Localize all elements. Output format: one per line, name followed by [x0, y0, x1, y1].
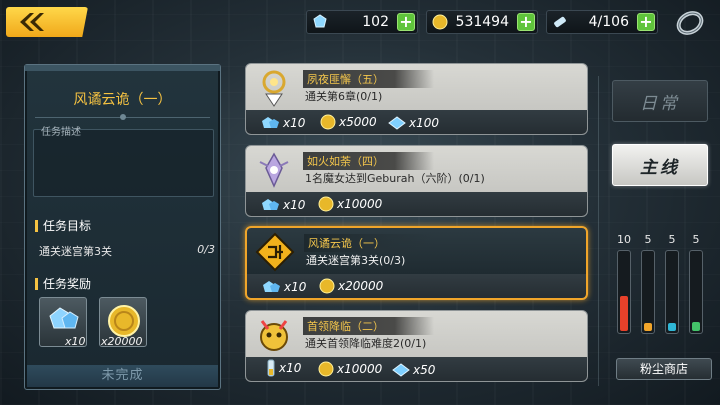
goal-row: 通关迷宫第3关 0/3	[39, 243, 215, 259]
dust-fill	[668, 323, 676, 331]
tab-daily[interactable]: 日常	[612, 80, 708, 122]
goal-count: 0/3	[197, 243, 215, 256]
quest-reward-qty: x20000	[338, 279, 384, 293]
dust-tube	[641, 250, 655, 334]
task-title: 风谲云诡（一）	[73, 92, 172, 108]
quest-desc: 通关迷宫第3关(0/3)	[306, 254, 406, 267]
add-stamina-button[interactable]: +	[637, 13, 655, 31]
tab-main[interactable]: 主线	[612, 144, 708, 186]
incomplete-status-button[interactable]: 未完成	[27, 365, 218, 387]
reward-crystal-qty: x10	[65, 335, 86, 348]
quest-desc: 通关第6章(0/1)	[305, 90, 383, 103]
header-accent-bar	[35, 277, 38, 290]
stamina-tube-icon	[267, 359, 275, 377]
quest-reward-qty: x10000	[337, 197, 383, 211]
quest-reward: x10	[261, 280, 306, 294]
quest-title: 夙夜匪懈（五）	[303, 70, 434, 88]
boss-emblem-icon	[260, 320, 288, 351]
reward-header: 任务奖励	[35, 275, 91, 292]
quest-desc: 1名魔女达到Geburah（六阶）(0/1)	[305, 172, 485, 185]
back-button[interactable]	[6, 7, 88, 37]
quest-title: 如火如荼（四）	[303, 152, 434, 170]
reward-header-text: 任务奖励	[43, 277, 92, 291]
blue-gem-icon	[388, 116, 406, 130]
crystal-icon	[263, 281, 280, 292]
dust-fill	[692, 322, 700, 331]
dust-tube	[617, 250, 631, 334]
quest-reward-qty: x100	[409, 116, 440, 130]
quest-reward-qty: x50	[413, 363, 436, 377]
dust-count: 10	[617, 233, 631, 246]
quest-reward: x100	[388, 116, 439, 130]
panel-top-bar	[25, 65, 220, 71]
description-label: 任务描述	[41, 127, 81, 138]
quest-reward: x5000	[320, 114, 377, 130]
chevron-left-icon	[20, 13, 44, 31]
goal-text: 通关迷宫第3关	[39, 245, 112, 258]
quest-reward-qty: x5000	[339, 115, 377, 129]
quest-reward-qty: x10	[283, 116, 306, 130]
quest-reward-qty: x10	[284, 280, 307, 294]
quest-card-selected[interactable]: 风谲云诡（一） 通关迷宫第3关(0/3) x10 x20000	[245, 226, 588, 300]
gold-value: 531494	[455, 14, 509, 30]
witch-emblem-icon	[259, 152, 289, 188]
gold-coin-icon	[318, 361, 334, 377]
quest-reward: x10000	[318, 196, 382, 212]
dust-fill	[620, 296, 628, 331]
quest-reward: x10	[266, 359, 301, 377]
gold-coin-icon	[320, 114, 336, 130]
crystal-value: 102	[362, 14, 389, 30]
gold-coin-icon	[108, 305, 140, 337]
quest-title: 风谲云诡（一）	[304, 234, 435, 252]
dust-count: 5	[644, 233, 652, 246]
stamina-value: 4/106	[588, 14, 629, 30]
lamp-emblem-icon	[262, 70, 286, 107]
quest-reward-qty: x10000	[337, 362, 383, 376]
crystal-counter: 102 +	[306, 10, 418, 34]
quest-card[interactable]: 如火如荼（四） 1名魔女达到Geburah（六阶）(0/1) x10 x1000…	[245, 145, 588, 217]
crystal-icon	[49, 307, 79, 329]
quest-title: 首领降临（二）	[303, 317, 434, 335]
dust-tube	[665, 250, 679, 334]
quest-card[interactable]: 首领降临（二） 通关首领降临难度2(0/1) x10 x10000 x50	[245, 310, 588, 382]
quest-card[interactable]: 夙夜匪懈（五） 通关第6章(0/1) x10 x5000 x100	[245, 63, 588, 135]
dust-count: 5	[692, 233, 700, 246]
dust-shop-button[interactable]: 粉尘商店	[616, 358, 712, 380]
goal-header-text: 任务目标	[43, 219, 92, 233]
stamina-counter: 4/106 +	[546, 10, 658, 34]
maze-sign-icon	[255, 232, 295, 272]
crystal-icon	[262, 117, 279, 128]
quest-reward: x50	[392, 363, 435, 377]
crystal-icon	[313, 14, 327, 28]
gold-coin-icon	[318, 196, 334, 212]
dust-fill	[644, 323, 652, 331]
gold-coin-icon	[319, 278, 335, 294]
quest-reward: x10	[260, 116, 305, 130]
stamina-tube-icon	[554, 16, 566, 28]
gold-counter: 531494 +	[426, 10, 538, 34]
dust-count: 5	[668, 233, 676, 246]
dust-tube	[689, 250, 703, 334]
gold-coin-icon	[432, 14, 448, 30]
quest-reward: x10	[260, 198, 305, 212]
blue-gem-icon	[392, 363, 410, 377]
task-detail-panel: 风谲云诡（一） 任务描述 任务目标 通关迷宫第3关 0/3 任务奖励 x10 x…	[24, 64, 221, 390]
add-crystal-button[interactable]: +	[397, 13, 415, 31]
description-box	[33, 129, 214, 197]
goal-header: 任务目标	[35, 217, 91, 234]
quest-reward: x20000	[319, 278, 383, 294]
quest-reward-qty: x10	[279, 361, 302, 375]
divider-dot	[120, 114, 126, 120]
divider-line	[598, 76, 599, 386]
add-gold-button[interactable]: +	[517, 13, 535, 31]
quest-desc: 通关首领降临难度2(0/1)	[305, 337, 427, 350]
crystal-icon	[262, 199, 279, 210]
quest-reward: x10000	[318, 361, 382, 377]
ring-icon[interactable]	[674, 8, 706, 38]
reward-gold-qty: x20000	[101, 335, 143, 348]
quest-reward-qty: x10	[283, 198, 306, 212]
header-accent-bar	[35, 219, 38, 232]
